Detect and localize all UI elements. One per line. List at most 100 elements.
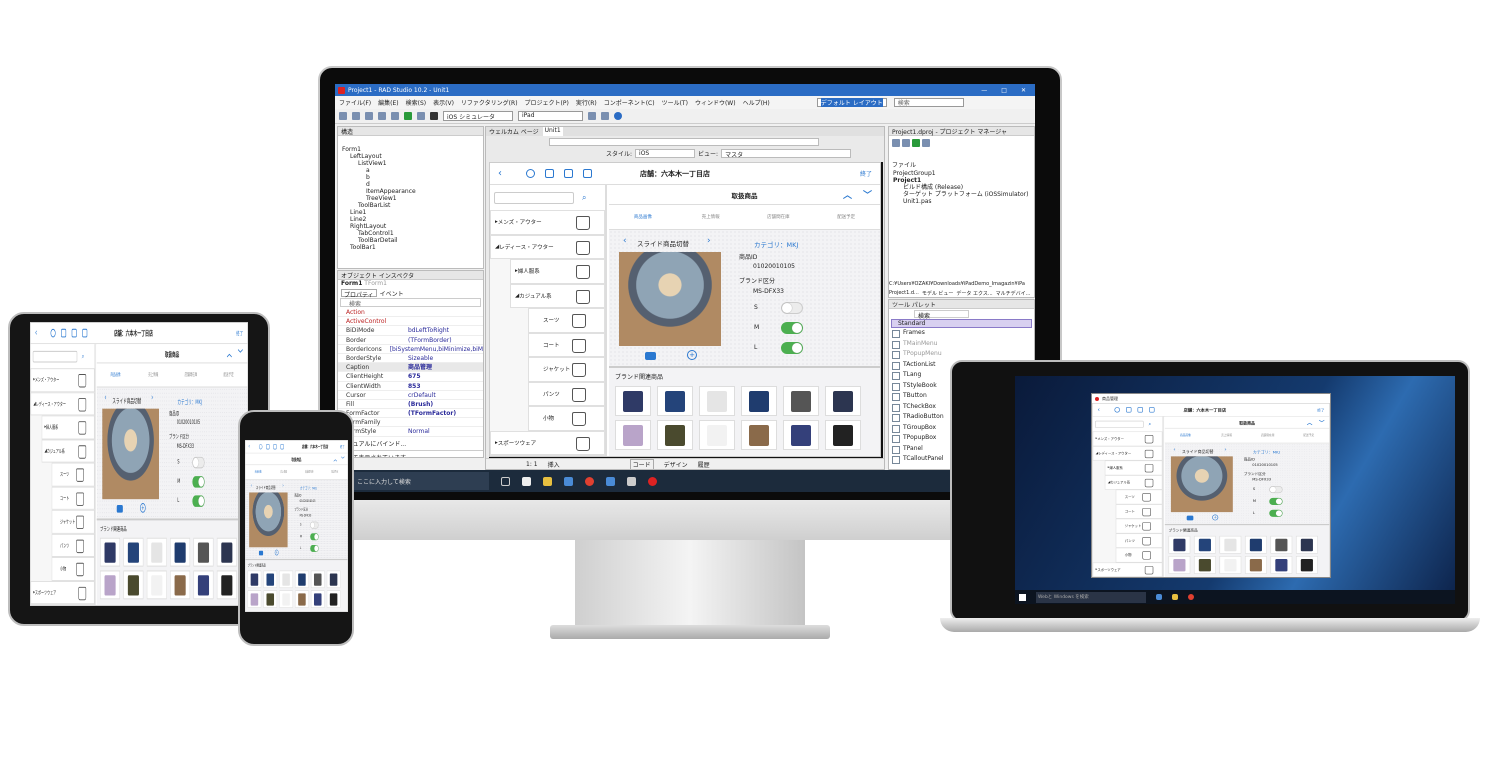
detail-tab[interactable]: 商品画像 — [1165, 428, 1206, 442]
category-item[interactable]: パンツ — [528, 381, 605, 406]
detail-tab[interactable]: 商品画像 — [97, 363, 135, 386]
property-value[interactable]: (TFormBorder) — [408, 336, 452, 344]
related-product-thumbnail[interactable] — [699, 420, 735, 450]
chrome-icon[interactable] — [585, 476, 594, 486]
related-product-thumbnail[interactable] — [247, 590, 262, 608]
related-product-thumbnail[interactable] — [170, 570, 191, 600]
folder-icon[interactable] — [61, 328, 67, 338]
category-item[interactable]: ▸ 婦人服系 — [1104, 460, 1163, 476]
size-toggle[interactable] — [310, 533, 319, 541]
category-item[interactable]: 小物 — [1115, 547, 1163, 563]
structure-node[interactable]: d — [342, 181, 479, 188]
category-item[interactable]: スーツ — [1115, 489, 1163, 505]
book-icon[interactable] — [71, 328, 77, 338]
size-toggle[interactable] — [781, 302, 803, 314]
book-icon[interactable] — [564, 169, 573, 178]
edit-icon[interactable] — [583, 169, 592, 178]
property-row[interactable]: ActiveControl — [338, 317, 483, 327]
related-product-thumbnail[interactable] — [1270, 535, 1293, 554]
detail-tab[interactable]: 売上情報 — [1206, 428, 1247, 442]
size-toggle[interactable] — [1269, 509, 1283, 517]
related-product-thumbnail[interactable] — [741, 386, 777, 416]
back-icon[interactable]: ‹ — [35, 328, 37, 339]
chevron-up-icon[interactable]: ︿ — [334, 455, 337, 463]
palette-category-standard[interactable]: Standard — [891, 319, 1032, 328]
store-icon[interactable] — [522, 476, 531, 486]
tab-events[interactable]: イベント — [380, 289, 404, 298]
category-item[interactable]: 小物 — [51, 556, 95, 581]
tab-properties[interactable]: プロパティ — [341, 289, 377, 299]
project-node[interactable]: ProjectGroup1 — [893, 170, 1030, 177]
category-item[interactable]: ◢ カジュアル系 — [41, 439, 95, 463]
related-product-thumbnail[interactable] — [216, 570, 237, 600]
property-row[interactable]: ClientWidth 853 — [338, 382, 483, 391]
prev-icon[interactable]: ‹ — [623, 236, 627, 246]
category-item[interactable]: コート — [1115, 504, 1163, 519]
size-toggle[interactable] — [781, 322, 803, 334]
related-product-thumbnail[interactable] — [657, 386, 693, 416]
property-row[interactable]: FormFamily — [338, 418, 483, 428]
size-toggle[interactable] — [192, 456, 205, 469]
tab-history[interactable]: 履歴 — [698, 460, 710, 469]
product-photo[interactable] — [249, 492, 288, 548]
camera-icon[interactable] — [645, 352, 656, 360]
related-product-thumbnail[interactable] — [1295, 555, 1318, 574]
layout-select[interactable]: デフォルト レイアウト — [816, 98, 887, 107]
property-row[interactable]: Fill (Brush) — [338, 400, 483, 410]
related-product-thumbnail[interactable] — [326, 570, 341, 589]
detail-tab[interactable]: 配送予定 — [1288, 428, 1329, 442]
category-item[interactable]: ◢ レディース・アウター — [30, 391, 95, 416]
detail-tab[interactable]: 売上情報 — [271, 465, 297, 479]
product-photo[interactable] — [102, 408, 159, 500]
next-icon[interactable]: › — [151, 393, 153, 403]
next-icon[interactable]: › — [282, 483, 283, 489]
detail-tab[interactable]: 売上情報 — [677, 205, 745, 229]
structure-node[interactable]: ToolBar1 — [342, 244, 479, 251]
device-select[interactable]: iPad — [518, 111, 583, 121]
palette-item[interactable]: Frames — [889, 328, 1034, 339]
menu-item[interactable]: ファイル(F) — [339, 98, 371, 107]
related-product-thumbnail[interactable] — [263, 570, 278, 589]
inspector-object[interactable]: Form1 — [341, 280, 362, 287]
form-designer[interactable]: ‹ 店舗：六本木一丁目店 終了 ⌕ ▸ メンズ・アウター ◢ レディース・アウター… — [489, 162, 883, 459]
add-icon[interactable]: + — [274, 549, 279, 556]
related-product-thumbnail[interactable] — [657, 420, 693, 450]
structure-node[interactable]: Line2 — [342, 216, 479, 223]
project-tab[interactable]: Project1.d... — [889, 290, 919, 297]
related-product-thumbnail[interactable] — [310, 590, 325, 608]
related-product-thumbnail[interactable] — [1244, 535, 1267, 554]
category-item[interactable]: スーツ — [51, 462, 95, 487]
folder-icon[interactable] — [1125, 407, 1132, 413]
category-item[interactable]: ▸ ルームウェア — [490, 455, 605, 456]
property-value[interactable]: 853 — [408, 382, 421, 390]
related-product-thumbnail[interactable] — [263, 590, 278, 608]
related-product-thumbnail[interactable] — [783, 420, 819, 450]
property-row[interactable]: BorderIcons [biSystemMenu,biMinimize,biM — [338, 345, 483, 354]
property-row[interactable]: BorderStyle Sizeable — [338, 354, 483, 364]
related-product-thumbnail[interactable] — [193, 570, 214, 600]
property-value[interactable]: [biSystemMenu,biMinimize,biM — [390, 345, 483, 353]
related-product-thumbnail[interactable] — [741, 420, 777, 450]
category-item[interactable]: パンツ — [51, 533, 95, 557]
app-icon[interactable] — [627, 476, 636, 486]
edit-icon[interactable] — [1149, 407, 1155, 413]
category-item[interactable]: コート — [528, 332, 605, 357]
quit-button[interactable]: 終了 — [340, 444, 345, 449]
back-icon[interactable]: ‹ — [1097, 407, 1099, 414]
ie-icon[interactable] — [564, 476, 573, 486]
structure-node[interactable]: Line1 — [342, 209, 479, 216]
category-item[interactable]: スーツ — [528, 308, 605, 333]
next-icon[interactable]: › — [707, 236, 711, 246]
rad-studio-taskbar-icon[interactable] — [648, 476, 657, 486]
property-row[interactable]: Action — [338, 308, 483, 318]
property-row[interactable]: FormStyle Normal — [338, 427, 483, 437]
related-product-thumbnail[interactable] — [1193, 535, 1216, 554]
detail-tab[interactable]: 配送予定 — [322, 465, 348, 479]
camera-icon[interactable] — [1186, 515, 1194, 521]
detail-tab[interactable]: 店舗間在庫 — [1247, 428, 1288, 442]
detail-tab[interactable]: 配送予定 — [812, 205, 880, 229]
related-product-thumbnail[interactable] — [123, 537, 144, 567]
related-product-thumbnail[interactable] — [216, 537, 237, 567]
chevron-up-icon[interactable]: ︿ — [1307, 418, 1312, 426]
property-value[interactable]: 商品管理 — [408, 363, 432, 371]
